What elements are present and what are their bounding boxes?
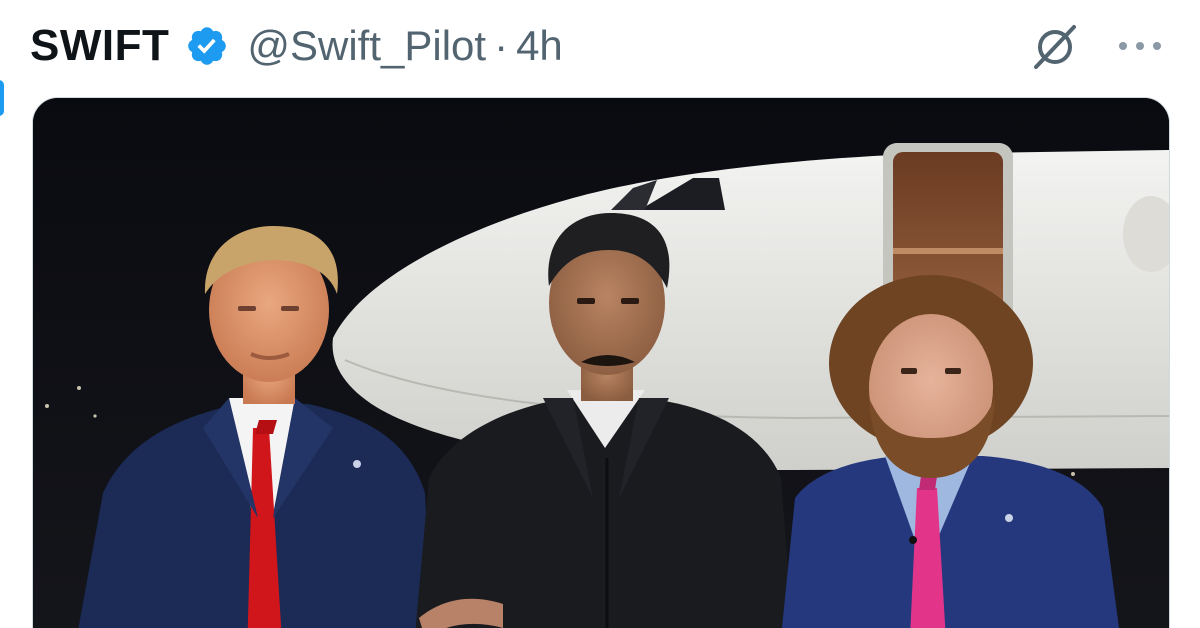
grok-icon[interactable] — [1030, 22, 1080, 72]
separator-dot: · — [494, 22, 509, 69]
more-options-icon[interactable] — [1116, 34, 1164, 58]
verified-badge-icon — [185, 24, 229, 68]
thread-indicator — [0, 80, 4, 116]
photo-scene — [33, 98, 1169, 628]
user-handle[interactable]: @Swift_Pilot — [247, 22, 486, 70]
display-name[interactable]: SWIFT — [30, 21, 169, 71]
tweet[interactable]: SWIFT @Swift_Pilot · 4h — [0, 0, 1200, 628]
timestamp[interactable]: 4h — [516, 22, 563, 70]
tweet-header: SWIFT @Swift_Pilot · 4h — [30, 14, 563, 78]
tweet-media-photo[interactable] — [32, 97, 1170, 628]
